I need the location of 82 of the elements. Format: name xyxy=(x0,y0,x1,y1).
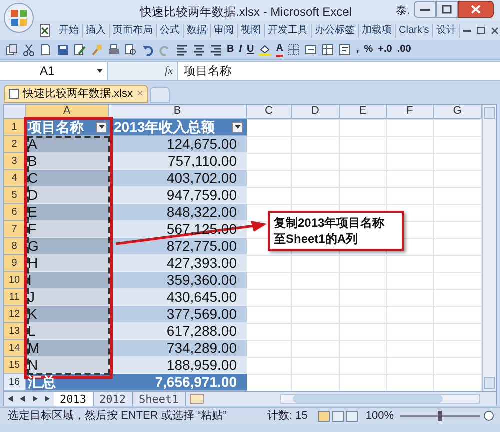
ribbon-tab[interactable]: 公式 xyxy=(157,24,184,38)
table-cell[interactable]: G xyxy=(26,238,109,255)
ribbon-tab[interactable]: 页面布局 xyxy=(110,24,157,38)
toolbar-button[interactable]: % xyxy=(364,44,374,56)
formula-input[interactable]: 项目名称 xyxy=(184,62,232,80)
table-cell[interactable]: F xyxy=(26,221,109,238)
status-message: 选定目标区域，然后按 ENTER 或选择 “粘贴” xyxy=(8,408,227,424)
table-cell[interactable]: 947,759.00 xyxy=(109,187,247,204)
toolbar-button[interactable]: B xyxy=(227,44,234,56)
table-cell[interactable]: 734,289.00 xyxy=(109,340,247,357)
table-cell[interactable]: A xyxy=(26,136,109,153)
row-header[interactable]: 13 xyxy=(4,323,26,340)
row-header[interactable]: 15 xyxy=(4,357,26,374)
callout-text: 复制2013年项目名称 至Sheet1的A列 xyxy=(268,211,404,251)
row-header[interactable]: 3 xyxy=(4,153,26,170)
table-cell[interactable]: D xyxy=(26,187,109,204)
title-text: 泰. xyxy=(396,4,410,19)
column-header[interactable]: G xyxy=(434,105,482,119)
table-cell[interactable]: 项目名称 xyxy=(26,119,109,136)
table-cell[interactable]: 359,360.00 xyxy=(109,272,247,289)
window-title: 快速比较两年数据.xlsx - Microsoft Excel xyxy=(140,4,352,21)
ribbon-tab[interactable]: Clark's xyxy=(396,24,434,38)
ribbon-tab[interactable]: 审阅 xyxy=(211,24,238,38)
table-cell[interactable]: 427,393.00 xyxy=(109,255,247,272)
table-cell[interactable]: I xyxy=(26,272,109,289)
table-cell[interactable]: 188,959.00 xyxy=(109,357,247,374)
insert-function-button[interactable]: fx xyxy=(165,62,173,80)
table-cell[interactable]: 848,322.00 xyxy=(109,204,247,221)
table-cell[interactable]: E xyxy=(26,204,109,221)
toolbar-button[interactable]: , xyxy=(356,44,360,56)
ribbon-tab[interactable]: 加载项 xyxy=(359,24,396,38)
row-header[interactable]: 16 xyxy=(4,374,26,391)
ribbon-tab[interactable]: 视图 xyxy=(238,24,265,38)
table-cell[interactable]: 617,288.00 xyxy=(109,323,247,340)
table-cell[interactable]: 403,702.00 xyxy=(109,170,247,187)
column-header[interactable]: D xyxy=(292,105,340,119)
zoom-level[interactable]: 100% xyxy=(366,408,394,424)
row-header[interactable]: 6 xyxy=(4,204,26,221)
table-cell[interactable]: L xyxy=(26,323,109,340)
toolbar-button[interactable]: +.0 xyxy=(378,44,392,56)
table-cell[interactable]: 124,675.00 xyxy=(109,136,247,153)
toolbar-button[interactable]: U xyxy=(247,44,254,56)
workbook-tab[interactable]: 快速比较两年数据.xlsx × xyxy=(4,85,148,103)
row-header[interactable]: 9 xyxy=(4,255,26,272)
table-cell[interactable]: H xyxy=(26,255,109,272)
row-header[interactable]: 11 xyxy=(4,289,26,306)
table-cell[interactable]: J xyxy=(26,289,109,306)
table-cell[interactable]: N xyxy=(26,357,109,374)
column-header[interactable]: E xyxy=(340,105,387,119)
column-header[interactable]: C xyxy=(247,105,292,119)
ribbon-tab[interactable]: 开始 xyxy=(56,24,83,38)
row-header[interactable]: 12 xyxy=(4,306,26,323)
table-cell[interactable]: K xyxy=(26,306,109,323)
sheet-tab[interactable]: 2013 xyxy=(54,392,94,406)
ribbon-tab[interactable]: 设计 xyxy=(433,24,460,38)
ribbon-tab[interactable]: 开发工具 xyxy=(265,24,312,38)
table-cell[interactable]: 872,775.00 xyxy=(109,238,247,255)
column-header[interactable]: F xyxy=(387,105,434,119)
ribbon-tab[interactable]: 办公标签 xyxy=(312,24,359,38)
row-header[interactable]: 7 xyxy=(4,221,26,238)
row-header[interactable]: 4 xyxy=(4,170,26,187)
row-header[interactable]: 1 xyxy=(4,119,26,136)
status-count: 计数: 15 xyxy=(268,408,308,424)
toolbar-button[interactable]: .00 xyxy=(397,44,412,56)
table-cell[interactable]: 430,645.00 xyxy=(109,289,247,306)
column-header[interactable]: B xyxy=(109,105,247,119)
row-header[interactable]: 10 xyxy=(4,272,26,289)
ribbon-tab[interactable]: 数据 xyxy=(184,24,211,38)
row-header[interactable]: 8 xyxy=(4,238,26,255)
row-header[interactable]: 5 xyxy=(4,187,26,204)
row-header[interactable]: 14 xyxy=(4,340,26,357)
table-cell[interactable]: C xyxy=(26,170,109,187)
table-cell[interactable]: 757,110.00 xyxy=(109,153,247,170)
table-cell[interactable]: M xyxy=(26,340,109,357)
table-cell[interactable]: 2013年收入总额 xyxy=(109,119,247,136)
toolbar-button[interactable]: A xyxy=(276,42,284,56)
ribbon-tab[interactable]: 插入 xyxy=(83,24,110,38)
table-cell[interactable]: B xyxy=(26,153,109,170)
table-cell[interactable]: 7,656,971.00 xyxy=(109,374,247,391)
row-header[interactable]: 2 xyxy=(4,136,26,153)
table-cell[interactable]: 377,569.00 xyxy=(109,306,247,323)
toolbar-button[interactable]: I xyxy=(239,44,242,56)
